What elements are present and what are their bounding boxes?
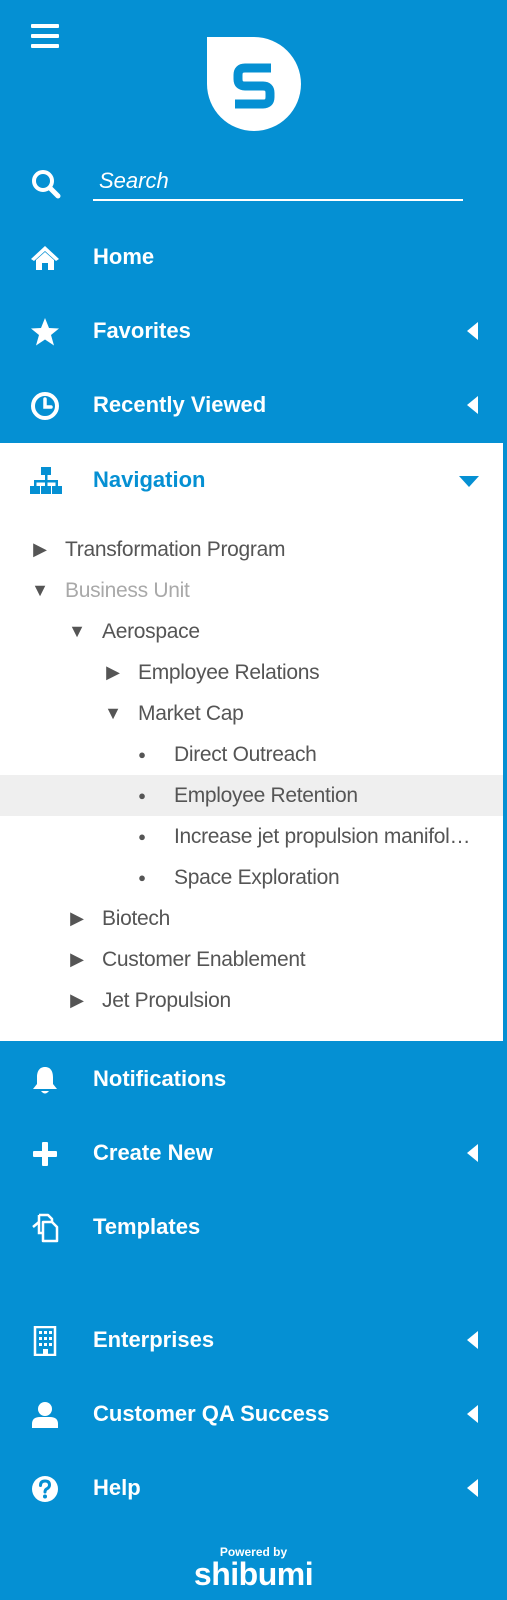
hamburger-bar (31, 44, 59, 48)
shibumi-logo-icon[interactable] (207, 37, 301, 131)
caret-down-icon[interactable]: ▼ (65, 611, 89, 652)
tree-row-label: Space Exploration (174, 866, 340, 889)
tree-row-label: Market Cap (138, 702, 244, 725)
caret-down-icon[interactable] (459, 476, 479, 487)
tree-row-label: Aerospace (102, 620, 200, 643)
tree-row-label: Jet Propulsion (102, 989, 231, 1012)
sitemap-icon (30, 466, 62, 496)
caret-right-icon[interactable]: ▶ (28, 529, 52, 570)
bullet-icon: ● (138, 788, 146, 803)
hamburger-menu-button[interactable] (31, 24, 59, 48)
menu-item-templates[interactable]: Templates (0, 1190, 507, 1264)
menu-item-label: Favorites (93, 318, 191, 343)
tree-row-label: Customer Enablement (102, 948, 306, 971)
menu-item-create-new[interactable]: Create New (0, 1116, 507, 1190)
clock-icon (30, 391, 60, 421)
caret-left-icon[interactable] (467, 1479, 478, 1497)
menu-item-label: Notifications (93, 1066, 227, 1091)
tree-row[interactable]: ● Space Exploration (0, 857, 503, 898)
user-icon (30, 1400, 60, 1430)
caret-right-icon[interactable]: ▶ (65, 898, 89, 939)
caret-left-icon[interactable] (467, 1331, 478, 1349)
menu-item-customer-qa-success[interactable]: Customer QA Success (0, 1377, 507, 1451)
menu-item-help[interactable]: Help (0, 1451, 507, 1525)
menu-item-home[interactable]: Home (0, 220, 507, 294)
tree-row[interactable]: ▶ Transformation Program (0, 529, 503, 570)
tree-row[interactable]: ▶ Employee Relations (0, 652, 503, 693)
menu-item-label: Recently Viewed (93, 392, 267, 417)
search-input[interactable] (93, 163, 463, 201)
caret-left-icon[interactable] (467, 1405, 478, 1423)
bell-icon (30, 1065, 60, 1095)
menu-item-label: Create New (93, 1140, 213, 1165)
menu-item-notifications[interactable]: Notifications (0, 1042, 507, 1116)
tree-row-label: Employee Retention (174, 784, 358, 807)
menu-item-label: Customer QA Success (93, 1401, 330, 1426)
tree-row[interactable]: ▼ Market Cap (0, 693, 503, 734)
menu-item-navigation[interactable]: Navigation (0, 443, 503, 517)
menu-item-recently-viewed[interactable]: Recently Viewed (0, 368, 507, 442)
caret-right-icon[interactable]: ▶ (65, 980, 89, 1021)
caret-left-icon[interactable] (467, 322, 478, 340)
tree-row[interactable]: ▶ Biotech (0, 898, 503, 939)
tree-row[interactable]: ▶ Jet Propulsion (0, 980, 503, 1021)
menu-item-label: Home (93, 244, 155, 269)
menu-item-label: Navigation (93, 467, 206, 492)
caret-right-icon[interactable]: ▶ (65, 939, 89, 980)
copy-icon (30, 1213, 60, 1243)
search-icon[interactable] (31, 169, 61, 199)
caret-left-icon[interactable] (467, 396, 478, 414)
bullet-icon: ● (138, 870, 146, 885)
hamburger-bar (31, 34, 59, 38)
menu-item-favorites[interactable]: Favorites (0, 294, 507, 368)
menu-item-label: Templates (93, 1214, 201, 1239)
bullet-icon: ● (138, 829, 146, 844)
tree-row[interactable]: ● Direct Outreach (0, 734, 503, 775)
tree-row[interactable]: ▶ Customer Enablement (0, 939, 503, 980)
tree-row-label: Biotech (102, 907, 170, 930)
tree-row[interactable]: ● Employee Retention (0, 775, 503, 816)
tree-row-label: Business Unit (65, 579, 190, 602)
menu-item-label: Help (93, 1475, 141, 1500)
navigation-panel: Navigation ▶ Transformation Program ▼ Busin… (0, 443, 503, 1041)
menu-item-enterprises[interactable]: Enterprises (0, 1303, 507, 1377)
building-icon (30, 1325, 60, 1357)
hamburger-bar (31, 24, 59, 28)
caret-down-icon[interactable]: ▼ (101, 693, 125, 734)
menu-item-label: Enterprises (93, 1327, 215, 1352)
tree-row-label: Employee Relations (138, 661, 320, 684)
tree-row-label: Direct Outreach (174, 743, 317, 766)
tree-row[interactable]: ▼ Aerospace (0, 611, 503, 652)
home-icon (30, 243, 60, 273)
caret-left-icon[interactable] (467, 1144, 478, 1162)
tree-row-label: Increase jet propulsion manifol… (174, 825, 471, 848)
star-icon (30, 317, 60, 347)
question-icon (30, 1474, 60, 1504)
caret-down-icon[interactable]: ▼ (28, 570, 52, 611)
tree-row-label: Transformation Program (65, 538, 286, 561)
bullet-icon: ● (138, 747, 146, 762)
plus-icon (30, 1139, 60, 1169)
shibumi-brand-logo[interactable]: shibumi (0, 1556, 507, 1593)
tree-row[interactable]: ● Increase jet propulsion manifol… (0, 816, 503, 857)
caret-right-icon[interactable]: ▶ (101, 652, 125, 693)
tree-row[interactable]: ▼ Business Unit (0, 570, 503, 611)
